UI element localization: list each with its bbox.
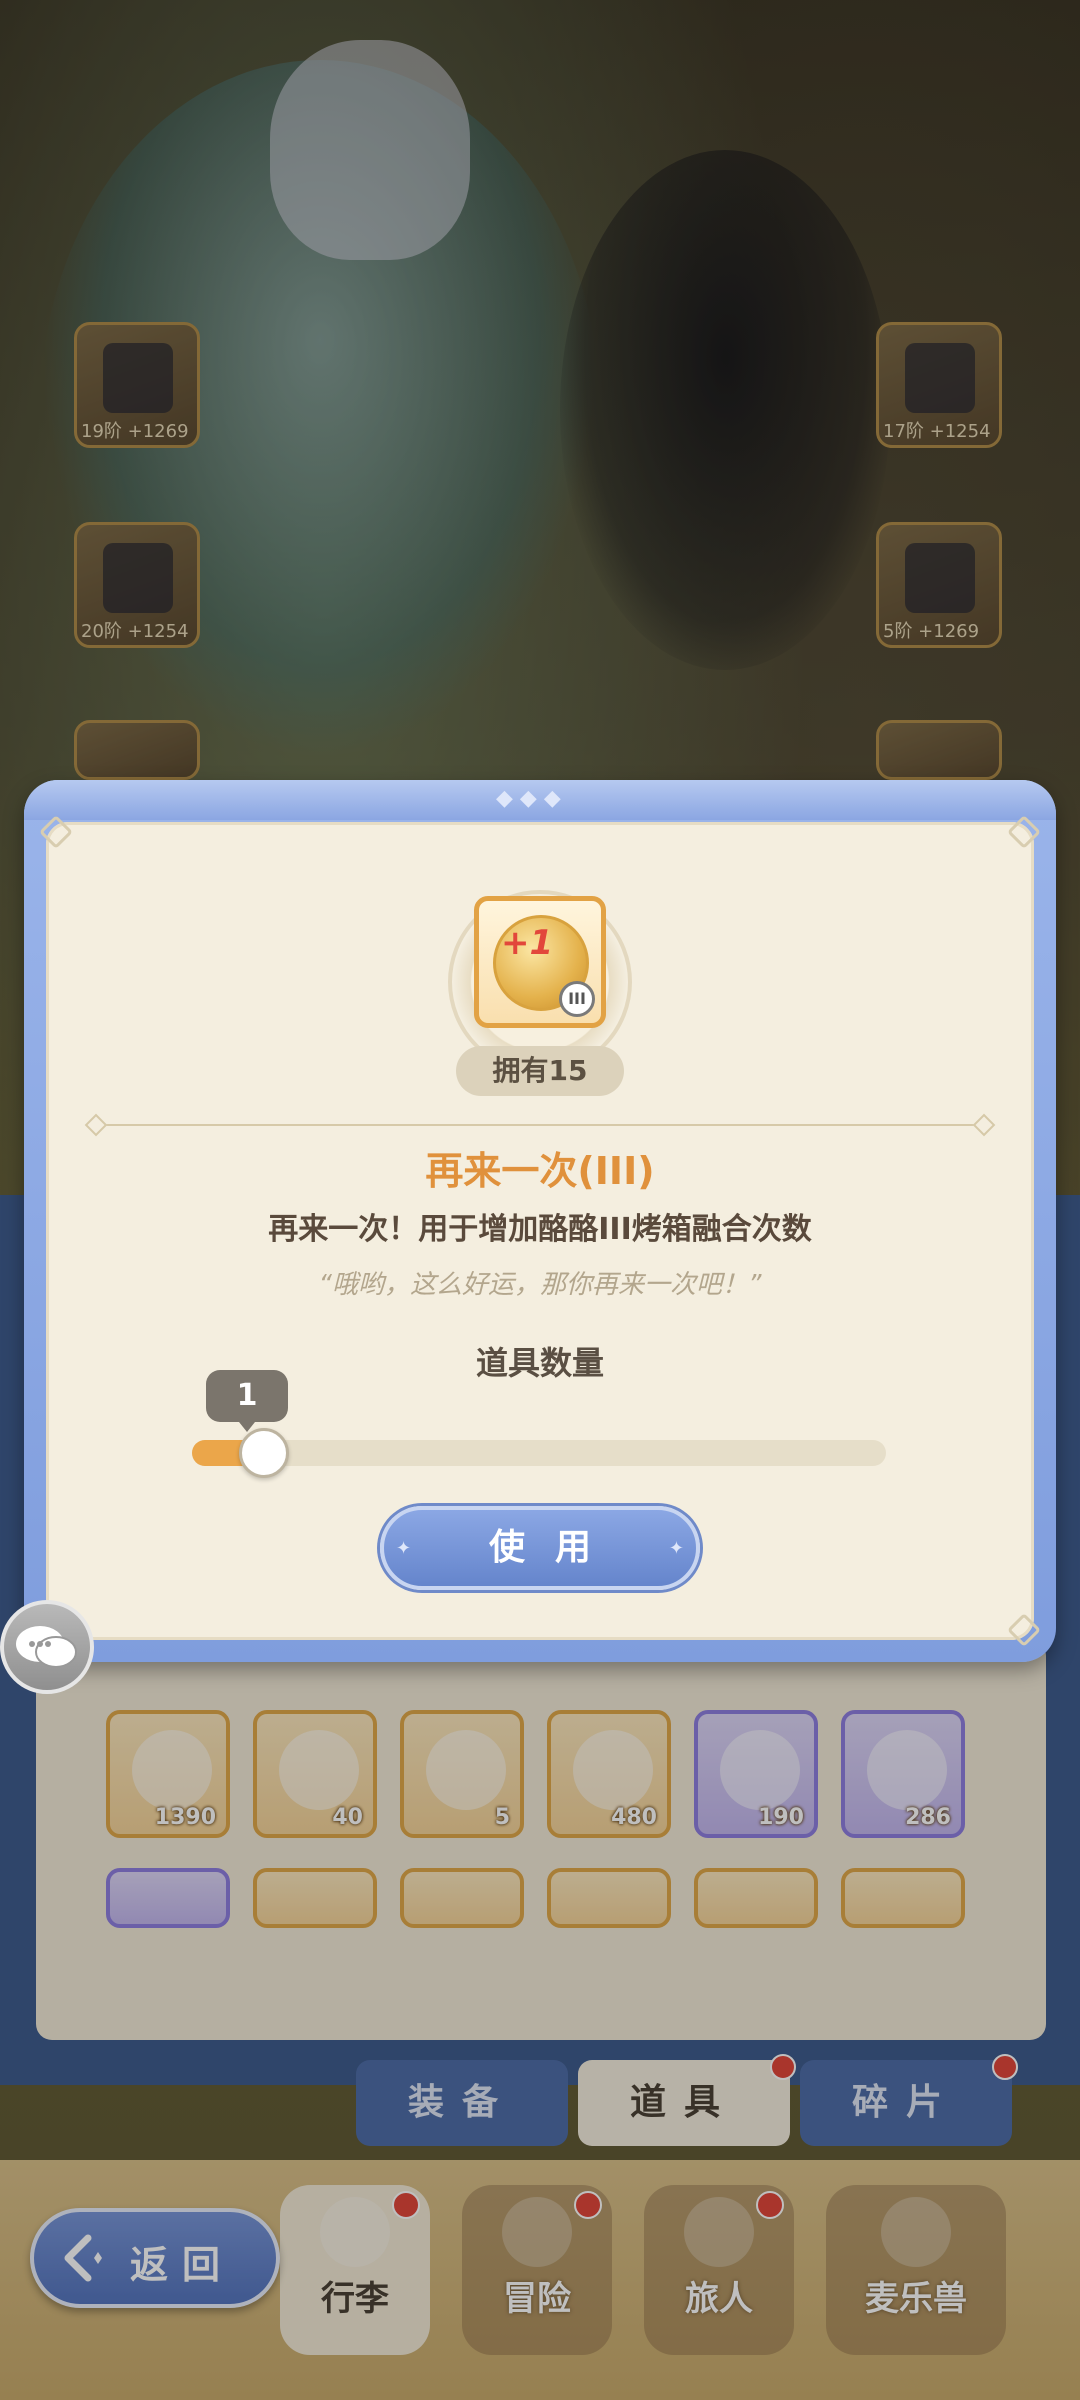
divider: [96, 1124, 984, 1126]
item-description: 再来一次！用于增加酪酪III烤箱融合次数: [268, 1212, 812, 1247]
tier-badge: III: [559, 981, 595, 1017]
ornament-icon: ✦: [396, 1538, 412, 1559]
chat-button[interactable]: [0, 1600, 94, 1694]
slider-thumb[interactable]: [238, 1428, 289, 1478]
item-name: 再来一次(III): [425, 1149, 655, 1193]
quantity-label: 道具数量: [475, 1344, 604, 1382]
quantity-slider[interactable]: [192, 1440, 886, 1466]
item-icon-text: +1: [501, 923, 554, 963]
use-button[interactable]: ✦ 使用 ✦: [380, 1506, 700, 1590]
owned-count-badge: 拥有15: [456, 1046, 624, 1096]
ornament-icon: ✦: [668, 1538, 684, 1559]
quantity-value-bubble: 1: [206, 1370, 288, 1432]
ornament-icon: ◆ ◆ ◆: [496, 786, 561, 811]
chat-bubble-icon: [16, 1626, 77, 1668]
use-button-label: 使用: [488, 1527, 621, 1568]
item-flavor-quote: “哦哟，这么好运，那你再来一次吧！”: [318, 1270, 762, 1300]
item-icon: +1 III: [474, 896, 606, 1028]
